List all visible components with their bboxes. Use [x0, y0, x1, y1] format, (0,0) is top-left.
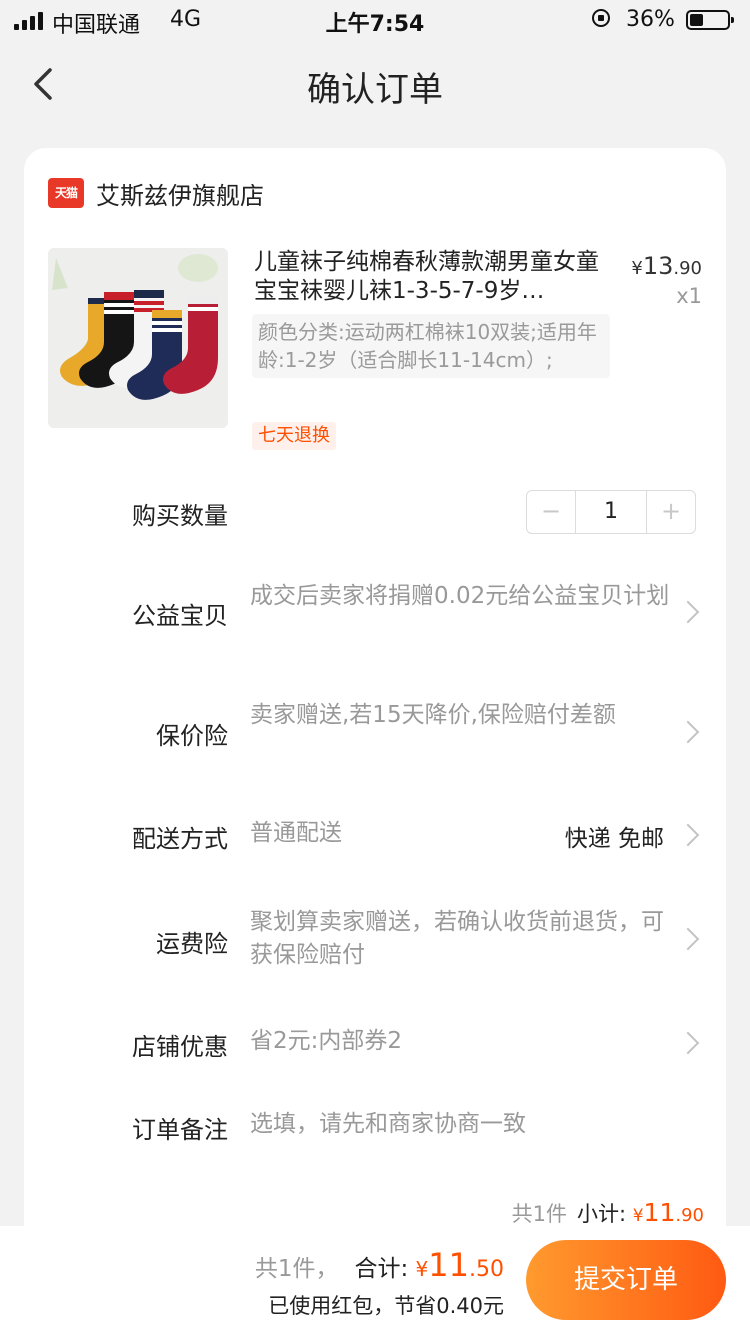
shop-discount-chevron-icon[interactable]	[676, 1031, 700, 1055]
price-protection-label: 保价险	[156, 722, 228, 750]
quantity-value[interactable]: 1	[575, 491, 647, 533]
freight-insurance-label: 运费险	[156, 930, 228, 958]
price-protection-chevron-icon[interactable]	[676, 720, 700, 744]
battery-percentage: 36%	[626, 7, 675, 32]
order-note-input[interactable]: 选填，请先和商家协商一致	[250, 1108, 670, 1141]
navigation-bar: 确认订单	[0, 44, 750, 124]
freight-insurance-chevron-icon[interactable]	[676, 927, 700, 951]
delivery-chevron-icon[interactable]	[676, 823, 700, 847]
checkout-bar: 共1件， 合计: ¥11.50 已使用红包，节省0.40元 提交订单	[0, 1226, 750, 1334]
shop-name: 艾斯兹伊旗舰店	[96, 181, 264, 210]
submit-order-button[interactable]: 提交订单	[526, 1240, 726, 1320]
return-policy-tag: 七天退换	[252, 422, 336, 450]
price-protection-value[interactable]: 卖家赠送,若15天降价,保险赔付差额	[250, 699, 670, 732]
freight-insurance-value[interactable]: 聚划算卖家赠送，若确认收货前退货，可获保险赔付	[250, 906, 670, 972]
status-bar: 中国联通 4G 上午7:54 36%	[0, 0, 750, 40]
order-total: 共1件， 合计: ¥11.50	[254, 1246, 504, 1284]
shop-discount-value[interactable]: 省2元:内部券2	[250, 1025, 670, 1058]
charity-chevron-icon[interactable]	[676, 600, 700, 624]
increase-button[interactable]: +	[647, 491, 695, 533]
red-packet-savings: 已使用红包，节省0.40元	[268, 1294, 504, 1318]
subtotal: 共1件 小计: ¥11.90	[511, 1198, 704, 1227]
charity-label: 公益宝贝	[132, 602, 228, 630]
decrease-button[interactable]: −	[527, 491, 575, 533]
order-note-label: 订单备注	[132, 1116, 228, 1144]
charity-value[interactable]: 成交后卖家将捐赠0.02元给公益宝贝计划	[250, 580, 670, 613]
product-price: ¥13.90	[631, 252, 702, 280]
order-card: 天猫 艾斯兹伊旗舰店 儿童袜子纯棉春秋薄款潮男童女童宝宝袜婴儿袜1-3-5-7-…	[24, 148, 726, 1258]
orientation-lock-icon	[592, 9, 610, 27]
product-image[interactable]	[48, 248, 228, 428]
shop-discount-label: 店铺优惠	[132, 1033, 228, 1061]
battery-icon	[686, 10, 734, 30]
product-title[interactable]: 儿童袜子纯棉春秋薄款潮男童女童宝宝袜婴儿袜1-3-5-7-9岁…	[254, 248, 614, 306]
quantity-label: 购买数量	[132, 502, 228, 530]
tmall-logo-icon: 天猫	[48, 178, 84, 208]
shop-header[interactable]: 天猫 艾斯兹伊旗舰店	[48, 176, 264, 210]
delivery-label: 配送方式	[132, 825, 228, 853]
page-title: 确认订单	[307, 70, 443, 110]
delivery-method[interactable]: 快递 免邮	[565, 819, 664, 853]
product-sku: 颜色分类:运动两杠棉袜10双装;适用年龄:1-2岁（适合脚长11-14cm）;	[252, 314, 610, 378]
product-quantity: x1	[676, 284, 702, 308]
quantity-stepper[interactable]: − 1 +	[526, 490, 696, 534]
